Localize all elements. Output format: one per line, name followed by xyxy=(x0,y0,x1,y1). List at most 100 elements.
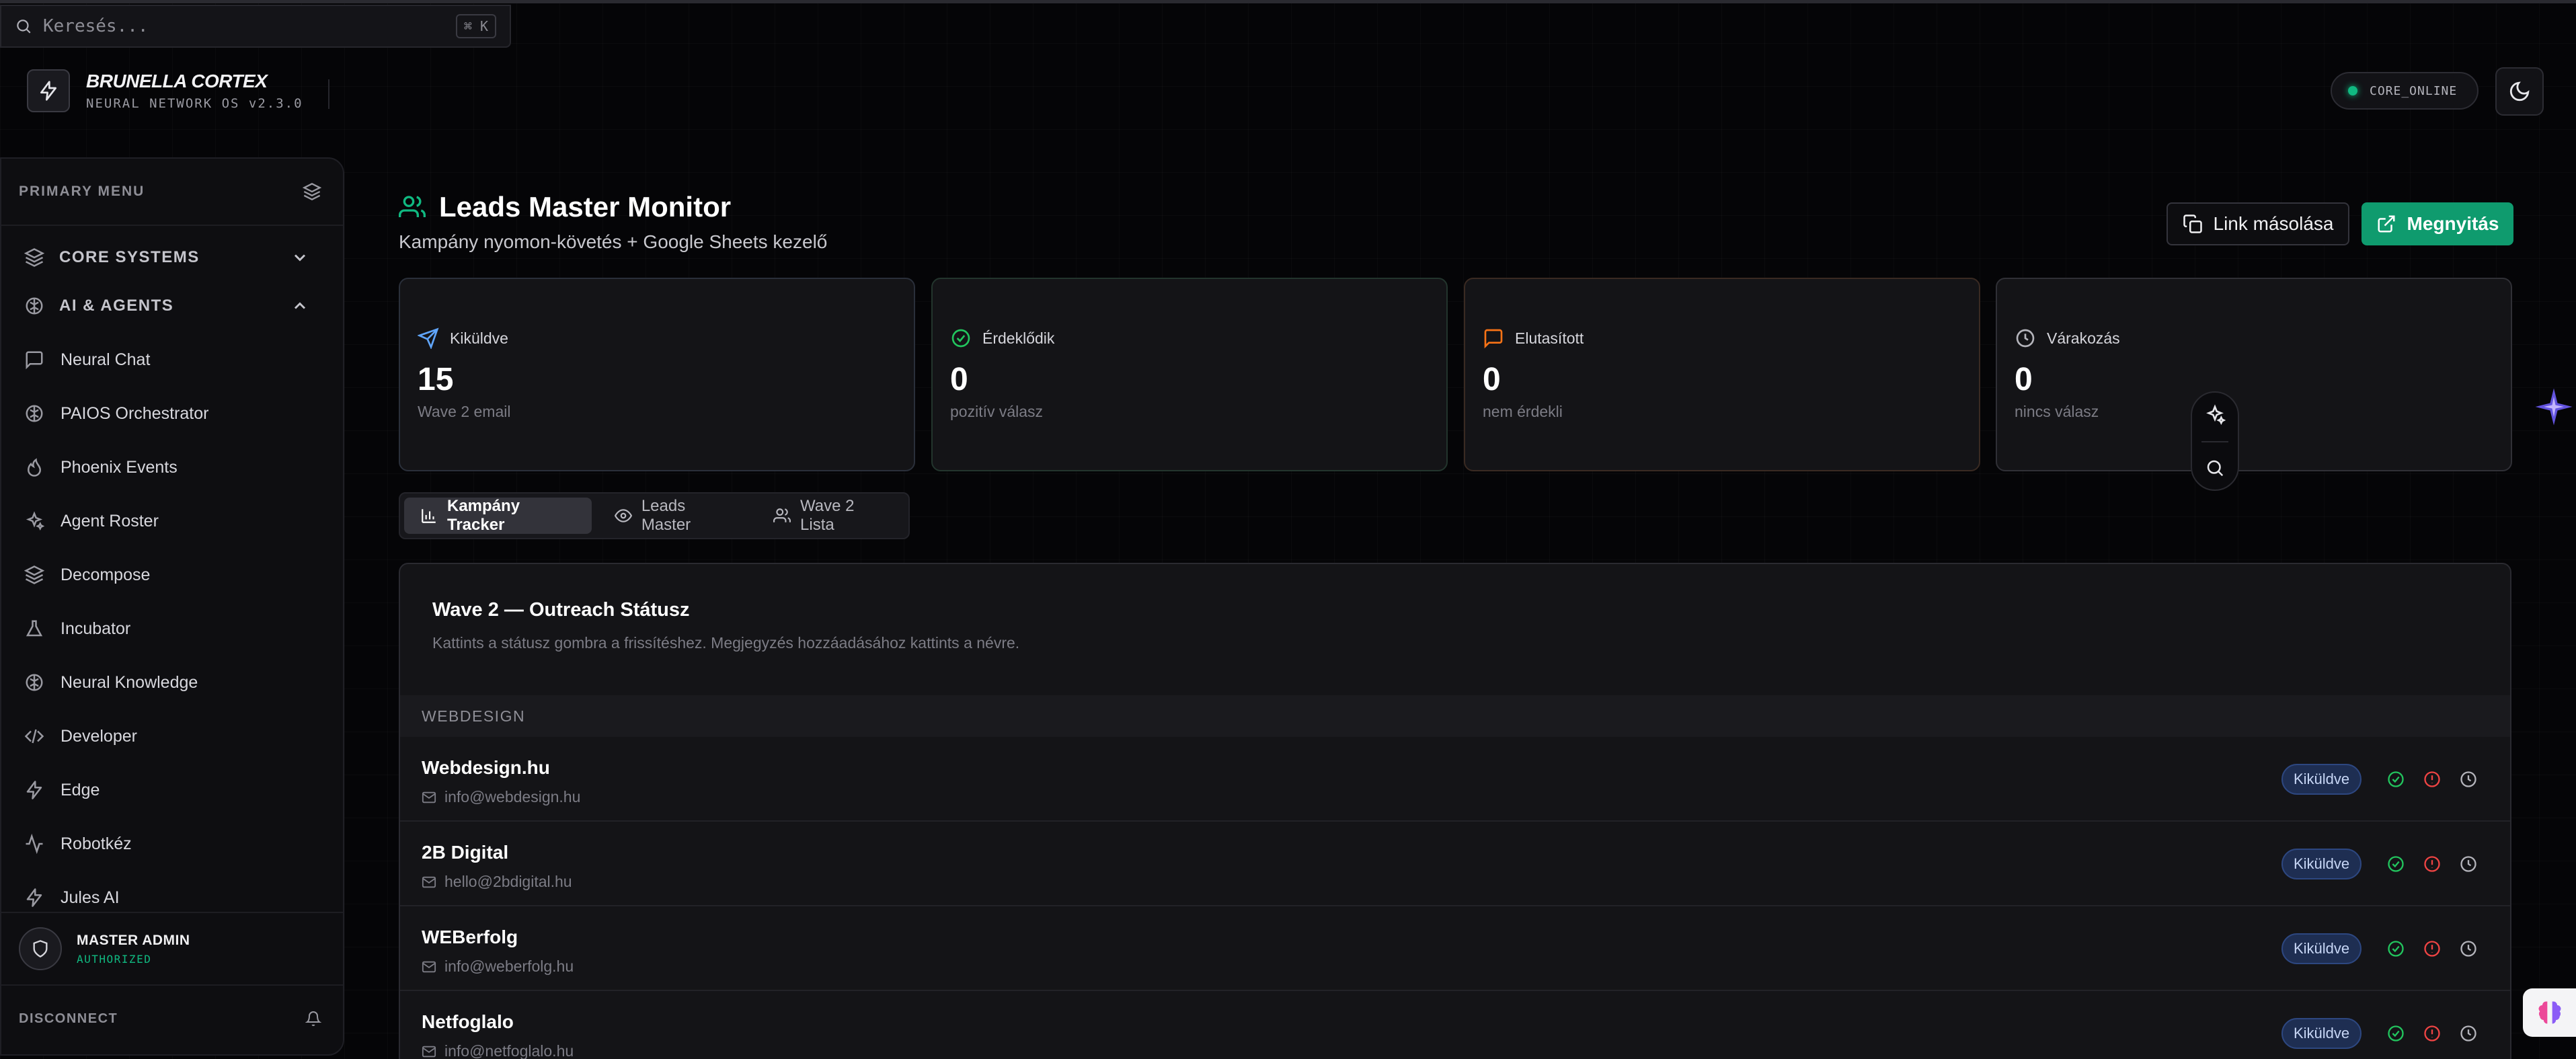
table-row: WEBerfolg info@weberfolg.hu Kiküldve xyxy=(400,906,2510,991)
lead-name[interactable]: Webdesign.hu xyxy=(422,757,550,779)
sparkles-icon[interactable] xyxy=(2204,404,2226,426)
page-title: Leads Master Monitor xyxy=(399,191,731,223)
activity-icon xyxy=(24,834,44,854)
tab-leads-master[interactable]: Leads Master xyxy=(598,497,750,534)
sidebar-item-agent-roster[interactable]: Agent Roster xyxy=(24,511,320,531)
lead-name[interactable]: Netfoglalo xyxy=(422,1011,514,1033)
sidebar-item-robotkez[interactable]: Robotkéz xyxy=(24,834,320,854)
stat-sub: Wave 2 email xyxy=(418,403,511,420)
status-label: CORE_ONLINE xyxy=(2370,83,2458,98)
code-icon xyxy=(24,726,44,746)
sidebar-item-phoenix-events[interactable]: Phoenix Events xyxy=(24,457,320,477)
sidebar-group-ai-agents[interactable]: AI & AGENTS xyxy=(24,296,307,316)
disconnect-button[interactable]: DISCONNECT xyxy=(1,984,343,1052)
check-circle-icon[interactable] xyxy=(2386,770,2405,789)
layers-icon xyxy=(24,565,44,585)
panel-description: Kattints a státusz gombra a frissítéshez… xyxy=(432,634,1020,652)
sidebar-item-decompose[interactable]: Decompose xyxy=(24,565,320,585)
stat-sub: nem érdekli xyxy=(1483,403,1563,420)
flask-icon xyxy=(24,619,44,639)
tab-wave-2-lista[interactable]: Wave 2 Lista xyxy=(757,497,904,534)
sidebar-header: PRIMARY MENU xyxy=(1,159,343,226)
lead-email: info@netfoglalo.hu xyxy=(444,1042,574,1059)
layers-icon[interactable] xyxy=(303,182,321,201)
sidebar-item-developer[interactable]: Developer xyxy=(24,726,320,746)
check-circle-icon[interactable] xyxy=(2386,855,2405,873)
alert-circle-icon[interactable] xyxy=(2423,1024,2442,1043)
user-card[interactable]: MASTER ADMIN AUTHORIZED xyxy=(1,912,343,984)
sidebar-group-label: CORE SYSTEMS xyxy=(59,248,200,266)
lead-email: hello@2bdigital.hu xyxy=(444,873,572,890)
sparkles-icon xyxy=(24,511,44,531)
stat-sub: nincs válasz xyxy=(2015,403,2099,420)
zap-icon xyxy=(24,888,44,908)
mail-icon xyxy=(422,875,436,890)
alert-circle-icon[interactable] xyxy=(2423,855,2442,873)
theme-toggle-button[interactable] xyxy=(2495,67,2544,116)
clock-icon xyxy=(2015,327,2036,349)
external-link-icon xyxy=(2376,214,2396,234)
lead-email: info@weberfolg.hu xyxy=(444,957,574,975)
status-badge[interactable]: Kiküldve xyxy=(2281,764,2362,795)
copy-link-button[interactable]: Link másolása xyxy=(2167,202,2349,245)
check-circle-icon xyxy=(950,327,972,349)
check-circle-icon[interactable] xyxy=(2386,1024,2405,1043)
brain-icon xyxy=(24,672,44,693)
search-input[interactable] xyxy=(43,16,445,36)
alert-circle-icon[interactable] xyxy=(2423,939,2442,958)
brand[interactable]: BRUNELLA CORTEX NEURAL NETWORK OS v2.3.0 xyxy=(27,69,303,112)
stat-value: 0 xyxy=(2015,362,2033,397)
status-dot xyxy=(2348,86,2357,95)
alert-circle-icon[interactable] xyxy=(2423,770,2442,789)
stat-value: 15 xyxy=(418,362,454,397)
status-badge[interactable]: Kiküldve xyxy=(2281,849,2362,879)
zap-icon xyxy=(27,69,70,112)
sidebar-item-jules-ai[interactable]: Jules AI xyxy=(24,888,320,908)
status-badge[interactable]: Kiküldve xyxy=(2281,933,2362,964)
mail-icon xyxy=(422,790,436,805)
stat-card-rejected: Elutasított 0 nem érdekli xyxy=(1464,278,1980,471)
tab-label: Kampány Tracker xyxy=(447,497,520,534)
assistant-brain-button[interactable] xyxy=(2523,988,2576,1037)
sidebar: PRIMARY MENU CORE SYSTEMS AI & AGENTS Ne… xyxy=(0,157,344,1056)
sidebar-item-label: Incubator xyxy=(61,619,131,638)
search-icon[interactable] xyxy=(2205,458,2225,478)
tab-kampany-tracker[interactable]: Kampány Tracker xyxy=(404,497,592,534)
stat-sub: pozitív válasz xyxy=(950,403,1044,420)
disconnect-label: DISCONNECT xyxy=(19,1011,118,1026)
message-square-icon xyxy=(1483,327,1504,349)
page-subtitle: Kampány nyomon-követés + Google Sheets k… xyxy=(399,231,828,252)
eye-icon xyxy=(614,507,632,524)
page-title-text: Leads Master Monitor xyxy=(439,191,732,223)
brain-icon xyxy=(24,403,44,424)
global-search[interactable]: ⌘ K xyxy=(0,5,511,48)
stat-value: 0 xyxy=(1483,362,1501,397)
lead-name[interactable]: 2B Digital xyxy=(422,842,508,863)
core-status-badge: CORE_ONLINE xyxy=(2331,72,2479,110)
stat-card-waiting: Várakozás 0 nincs válasz xyxy=(1996,278,2512,471)
chevron-up-icon xyxy=(290,297,309,315)
search-icon xyxy=(15,17,32,35)
sparkle-widget-icon[interactable] xyxy=(2534,387,2574,427)
clock-icon[interactable] xyxy=(2459,855,2478,873)
check-circle-icon[interactable] xyxy=(2386,939,2405,958)
sidebar-item-label: Developer xyxy=(61,726,137,746)
sidebar-group-core-systems[interactable]: CORE SYSTEMS xyxy=(24,247,307,268)
mail-icon xyxy=(422,1044,436,1059)
bell-icon[interactable] xyxy=(305,1011,321,1027)
open-button[interactable]: Megnyitás xyxy=(2362,202,2513,245)
sidebar-item-edge[interactable]: Edge xyxy=(24,780,320,800)
chat-icon xyxy=(24,350,44,370)
lead-name[interactable]: WEBerfolg xyxy=(422,927,518,948)
clock-icon[interactable] xyxy=(2459,770,2478,789)
clock-icon[interactable] xyxy=(2459,939,2478,958)
status-badge[interactable]: Kiküldve xyxy=(2281,1018,2362,1049)
open-label: Megnyitás xyxy=(2407,213,2499,234)
clock-icon[interactable] xyxy=(2459,1024,2478,1043)
sidebar-item-neural-chat[interactable]: Neural Chat xyxy=(24,350,320,370)
sidebar-item-neural-knowledge[interactable]: Neural Knowledge xyxy=(24,672,320,693)
sidebar-item-incubator[interactable]: Incubator xyxy=(24,619,320,639)
sidebar-group-label: AI & AGENTS xyxy=(59,297,174,315)
moon-icon xyxy=(2508,80,2531,103)
sidebar-item-paios-orchestrator[interactable]: PAIOS Orchestrator xyxy=(24,403,320,424)
